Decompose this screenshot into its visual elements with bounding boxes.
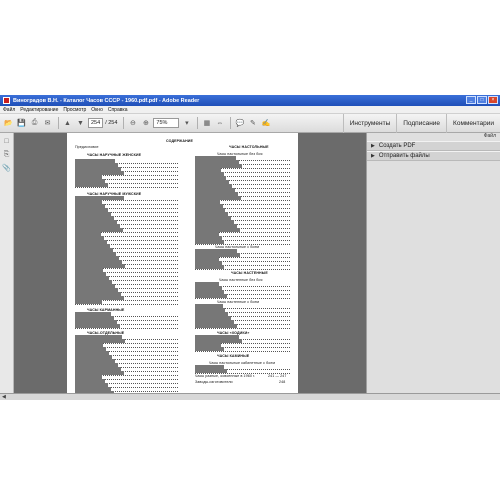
bookmarks-icon[interactable]: ⎘ <box>3 150 11 159</box>
highlight-icon[interactable]: ✎ <box>247 118 258 129</box>
toc-line <box>75 300 178 305</box>
toolbar-divider <box>197 117 199 129</box>
toc-line <box>195 347 290 352</box>
minimize-button[interactable]: _ <box>466 96 476 104</box>
window-title: Виноградов В.Н. - Каталог Часов СССР - 1… <box>13 97 200 104</box>
menu-view[interactable]: Просмотр <box>63 107 86 113</box>
maximize-button[interactable]: □ <box>477 96 487 104</box>
status-bar: ◀ <box>0 393 500 400</box>
page-total: / 254 <box>105 120 118 126</box>
send-files-item[interactable]: ▶ Отправить файлы <box>367 151 500 161</box>
toc-entry: Заводы-изготовители <box>195 380 233 384</box>
save-icon[interactable]: 💾 <box>16 118 27 129</box>
page-thumbnails-icon[interactable]: □ <box>3 137 11 146</box>
right-tools-panel: Файл ▶ Создать PDF ▶ Отправить файлы <box>366 133 500 400</box>
section-heading: ЧАСЫ КАМИНЫЕ <box>217 354 250 358</box>
left-navigation-rail: □ ⎘ 📎 <box>0 133 14 400</box>
sign-tab[interactable]: Подписание <box>396 114 446 133</box>
toc-page: 241 — 247 <box>268 374 287 378</box>
expand-triangle-icon: ▶ <box>371 143 375 149</box>
title-bar: Виноградов В.Н. - Каталог Часов СССР - 1… <box>0 95 500 106</box>
close-button[interactable]: × <box>488 96 498 104</box>
expand-arrow-icon[interactable]: ◀ <box>2 394 6 400</box>
toolbar: 📂 💾 ⎙ ✉ ▲ ▼ 254 / 254 ⊖ ⊕ 75% ▾ ▦ ⇔ 💬 ✎ … <box>0 114 500 133</box>
send-files-label: Отправить файлы <box>378 153 430 159</box>
attachments-icon[interactable]: 📎 <box>2 163 11 172</box>
fit-width-icon[interactable]: ⇔ <box>214 118 225 129</box>
subsection-heading: Часы настенные с боем <box>217 300 260 304</box>
toc-line <box>195 265 290 270</box>
toolbar-divider <box>123 117 125 129</box>
toolbar-divider <box>58 117 59 129</box>
page-heading: СОДЕРЖАНИЕ <box>166 139 193 143</box>
toolbar-divider <box>230 117 232 129</box>
comments-tab[interactable]: Комментарии <box>446 114 500 133</box>
menu-help[interactable]: Справка <box>108 107 128 113</box>
print-icon[interactable]: ⎙ <box>29 118 40 129</box>
adobe-reader-icon <box>3 97 10 104</box>
expand-triangle-icon: ▶ <box>371 153 375 159</box>
fit-page-icon[interactable]: ▦ <box>201 118 212 129</box>
file-panel-heading: Файл <box>483 133 496 139</box>
toc-line <box>195 324 290 329</box>
menu-file[interactable]: Файл <box>3 107 15 113</box>
toc-entry: Часы разные, освоенные в 1960 г. <box>195 374 256 378</box>
prev-page-icon[interactable]: ▲ <box>62 118 73 129</box>
email-icon[interactable]: ✉ <box>42 118 53 129</box>
menu-bar: Файл Редактирование Просмотр Окно Справк… <box>0 106 500 114</box>
tools-tab[interactable]: Инструменты <box>342 114 397 133</box>
toc-line <box>75 324 178 329</box>
section-heading: ЧАСЫ НАРУЧНЫЕ ЖЕНСКИЕ <box>87 153 142 157</box>
next-page-icon[interactable]: ▼ <box>75 118 86 129</box>
toc-line <box>195 240 290 245</box>
toc-page: 248 <box>279 380 286 384</box>
subsection-heading: Часы настенные без боя <box>219 278 263 282</box>
comment-icon[interactable]: 💬 <box>234 118 245 129</box>
page-number-input[interactable]: 254 <box>88 118 104 128</box>
menu-edit[interactable]: Редактирование <box>20 107 58 113</box>
zoom-in-icon[interactable]: ⊕ <box>140 118 151 129</box>
menu-window[interactable]: Окно <box>91 107 103 113</box>
sign-icon[interactable]: ✍ <box>260 118 271 129</box>
open-icon[interactable]: 📂 <box>3 118 14 129</box>
create-pdf-item[interactable]: ▶ Создать PDF <box>367 141 500 151</box>
zoom-dropdown-icon[interactable]: ▾ <box>181 118 192 129</box>
document-page: СОДЕРЖАНИЕ Предисловие ЧАСЫ НАРУЧНЫЕ ЖЕН… <box>67 133 298 400</box>
section-heading: ЧАСЫ НАСТОЛЬНЫЕ <box>229 145 269 149</box>
section-heading: ЧАСЫ НАСТЕННЫЕ <box>231 271 268 275</box>
toc-line <box>75 183 178 188</box>
toc-line <box>195 369 290 374</box>
zoom-input[interactable]: 75% <box>153 118 180 128</box>
toc-line <box>195 294 290 299</box>
zoom-out-icon[interactable]: ⊖ <box>127 118 138 129</box>
create-pdf-label: Создать PDF <box>378 143 416 149</box>
section-heading: Предисловие <box>75 145 99 149</box>
adobe-reader-window: Виноградов В.Н. - Каталог Часов СССР - 1… <box>0 95 500 400</box>
